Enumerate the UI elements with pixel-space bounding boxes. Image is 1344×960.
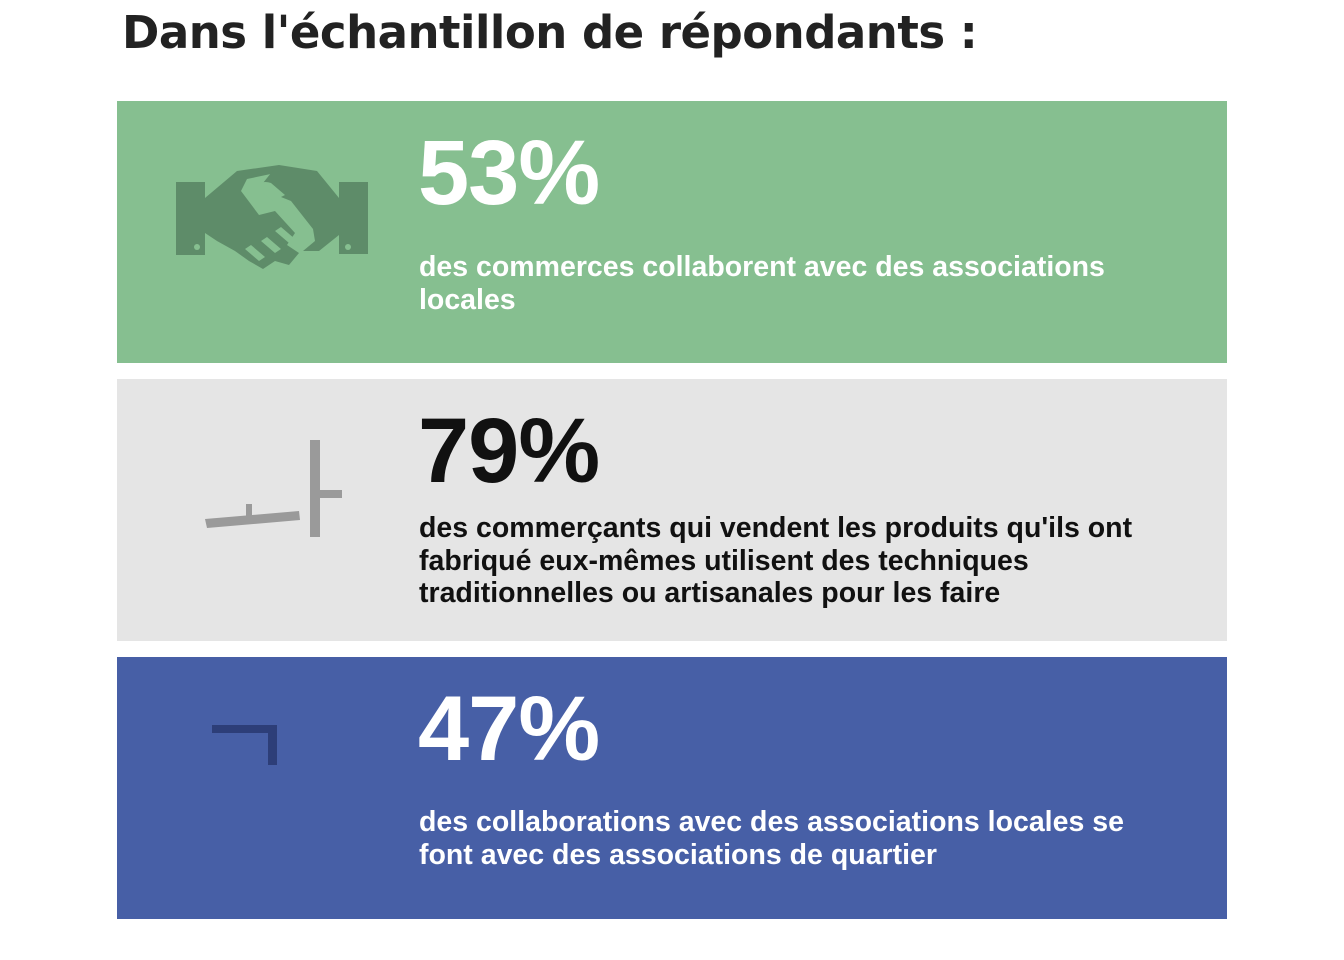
stat-card-associations: 53% des commerces collaborent avec des a…	[117, 101, 1227, 363]
handshake-icon	[167, 141, 377, 301]
stat-value: 53%	[418, 122, 600, 224]
stat-value: 79%	[418, 400, 600, 502]
stat-description: des commerces collaborent avec des assoc…	[419, 251, 1105, 316]
neighborhood-icon	[167, 697, 377, 857]
page-title: Dans l'échantillon de répondants :	[122, 6, 978, 59]
stat-value: 47%	[418, 678, 600, 780]
stat-description: des commerçants qui vendent les produits…	[419, 512, 1133, 609]
stat-card-artisanal: 79% des commerçants qui vendent les prod…	[117, 379, 1227, 641]
stat-description: des collaborations avec des associations…	[419, 806, 1124, 871]
tools-icon	[167, 419, 377, 579]
stat-card-quartier: 47% des collaborations avec des associat…	[117, 657, 1227, 919]
